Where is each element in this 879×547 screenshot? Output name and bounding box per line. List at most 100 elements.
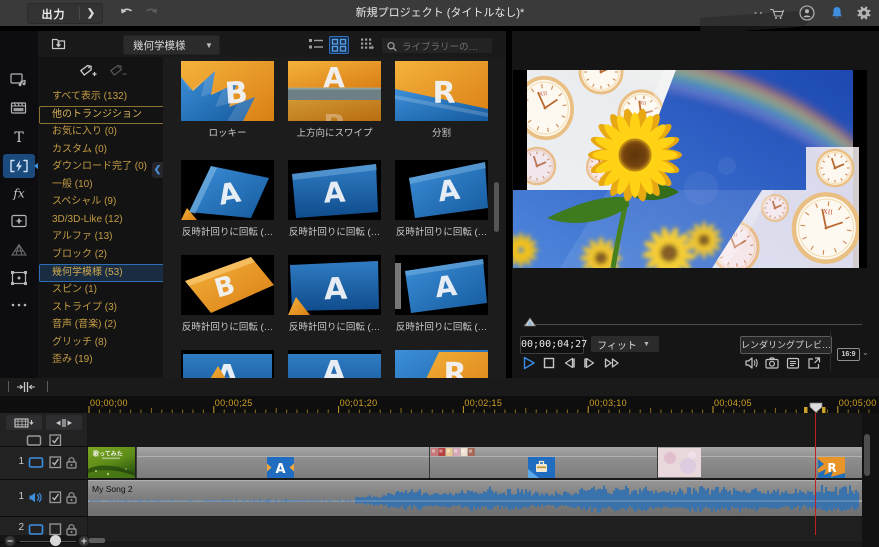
rail-item-slideshow-room[interactable] (3, 96, 35, 120)
playhead-handle[interactable] (809, 402, 823, 413)
zoom-fit-dropdown[interactable]: フィット ▼ (591, 336, 659, 352)
audio-clip[interactable]: My Song 2 (88, 480, 862, 516)
category-item[interactable]: 一般 (10) (39, 176, 167, 194)
rail-item-particle-room[interactable] (3, 238, 35, 262)
rail-item-title-room[interactable]: T (3, 125, 35, 149)
transition-thumbnail[interactable]: AB (288, 61, 381, 121)
snapshot-camera-icon[interactable] (764, 355, 780, 371)
scrub-track[interactable] (524, 324, 862, 325)
timeline-vertical-scrollbar[interactable] (864, 434, 870, 476)
stop-button[interactable] (541, 355, 557, 371)
category-item[interactable]: スペシャル (9) (39, 193, 167, 211)
track-enable-checkbox[interactable] (49, 456, 62, 469)
undo-back-icon[interactable] (117, 4, 135, 22)
account-icon[interactable] (799, 5, 815, 21)
zoom-slider-knob[interactable] (50, 535, 61, 546)
speaker-icon[interactable] (743, 355, 759, 371)
effect-room-icon: fx (10, 185, 28, 201)
category-item[interactable]: すべて表示 (132) (39, 88, 167, 106)
category-item[interactable]: 音声 (音楽) (2) (39, 316, 167, 334)
rail-item-pip-room[interactable] (3, 209, 35, 233)
title-clip[interactable]: 歌ってみた (88, 447, 135, 478)
transition-thumbnail[interactable]: A (288, 255, 381, 315)
category-item[interactable]: ダウンロード完了 (0) (39, 158, 167, 176)
category-item[interactable]: グリッチ (8) (39, 334, 167, 352)
chevron-down-icon: ▼ (205, 40, 213, 50)
transition-thumbnail[interactable]: A (181, 350, 274, 378)
import-icon[interactable] (51, 37, 66, 51)
chevron-down-icon[interactable]: ⌄ (862, 348, 869, 357)
category-item[interactable]: アルファ (13) (39, 228, 167, 246)
transition-marker[interactable] (528, 457, 555, 478)
add-tag-icon[interactable] (78, 63, 98, 79)
category-item[interactable]: お気に入り (0) (39, 123, 167, 141)
category-item[interactable]: ストライプ (3) (39, 299, 167, 317)
rail-item-mask-room[interactable] (3, 266, 35, 290)
transition-thumbnail[interactable]: B (181, 255, 274, 315)
zoom-slider-track[interactable] (20, 540, 76, 542)
transition-thumbnail[interactable]: R (395, 61, 488, 121)
remove-tag-icon[interactable] (108, 63, 128, 79)
transition-thumbnail[interactable]: A (288, 160, 381, 220)
rail-item-transition-room[interactable] (3, 154, 35, 178)
track-lock-icon[interactable] (65, 491, 78, 504)
category-dropdown[interactable]: 幾何学模様 ▼ (123, 35, 220, 55)
track-audio-icon[interactable] (28, 491, 44, 504)
cart-icon[interactable] (769, 5, 785, 21)
detail-view-icon[interactable] (358, 36, 376, 52)
track-lock-icon[interactable] (65, 456, 78, 469)
rail-item-effect-room[interactable]: fx (3, 181, 35, 205)
produce-button[interactable]: 出力 ❯ (27, 3, 103, 24)
category-item[interactable]: ブロック (2) (39, 246, 167, 264)
memo-icon[interactable] (785, 355, 801, 371)
fast-forward-button[interactable] (603, 355, 619, 371)
transition-marker[interactable]: A (267, 457, 294, 478)
zoom-out-icon[interactable] (4, 535, 16, 547)
category-panel: すべて表示 (132) 他のトランジション お気に入り (0) カスタム (0) ダウン… (38, 57, 167, 378)
scrub-thumb[interactable] (523, 317, 537, 327)
category-item[interactable]: 他のトランジション (39, 105, 167, 124)
rail-item-media-room[interactable] (3, 68, 35, 92)
track-lock-icon[interactable] (65, 523, 78, 536)
step-forward-button[interactable] (582, 355, 598, 371)
category-item[interactable]: カスタム (0) (39, 141, 167, 159)
track-enable-checkbox[interactable] (49, 491, 62, 504)
play-button[interactable] (521, 355, 537, 371)
transition-thumbnail[interactable]: A (288, 350, 381, 378)
list-view-icon[interactable] (307, 36, 325, 52)
transition-thumbnail[interactable]: B (181, 61, 274, 121)
category-item[interactable]: スピン (1) (39, 281, 167, 299)
redo-forward-icon[interactable] (143, 4, 161, 22)
video-track-1[interactable]: 歌ってみた A R (88, 447, 863, 478)
transition-thumbnail[interactable]: R (395, 350, 488, 378)
bell-icon[interactable] (829, 5, 845, 21)
timeline-ruler[interactable]: 00;00;00 00;00;25 00;01;20 00;02;15 00;03;10… (88, 396, 879, 413)
aspect-ratio-badge[interactable]: 16:9 (837, 348, 860, 361)
video-track-2[interactable] (88, 517, 862, 541)
split-clip-icon[interactable] (15, 380, 37, 394)
track-video-icon[interactable] (28, 523, 44, 536)
transition-thumbnail[interactable]: A (395, 160, 488, 220)
rail-item-more[interactable] (3, 293, 35, 317)
track-video-icon[interactable] (28, 456, 44, 469)
category-item[interactable]: 3D/3D-Like (12) (39, 211, 167, 229)
track-enable-checkbox[interactable] (49, 522, 62, 536)
timecode-display[interactable]: 00;00;04;27 (520, 336, 587, 354)
grid-scrollbar[interactable] (494, 182, 499, 232)
transition-thumbnail[interactable]: A (181, 160, 274, 220)
search-input[interactable]: ライブラリーの… (381, 37, 493, 54)
produce-chevron-icon[interactable]: ❯ (80, 8, 102, 19)
track-manager-button[interactable] (6, 415, 42, 430)
undock-icon[interactable] (806, 355, 822, 371)
category-item[interactable]: 歪み (19) (39, 351, 167, 369)
grid-view-icon[interactable] (329, 36, 349, 54)
category-item[interactable]: 幾何学模様 (53) (39, 263, 167, 282)
step-back-button[interactable] (561, 355, 577, 371)
transition-marker[interactable]: R (818, 457, 845, 478)
close-gaps-button[interactable] (46, 415, 82, 430)
timeline-horizontal-scrollbar[interactable] (89, 538, 105, 543)
gear-icon[interactable] (856, 5, 872, 21)
transition-thumbnail[interactable]: A (395, 255, 488, 315)
collapse-panel-button[interactable]: ❮ (152, 162, 163, 178)
render-preview-button[interactable]: レンダリングプレビ… (740, 336, 832, 354)
